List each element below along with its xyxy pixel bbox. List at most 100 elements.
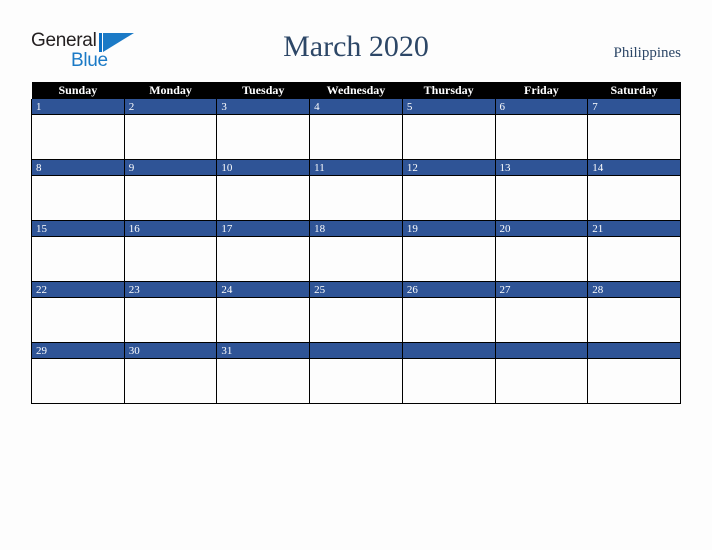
day-number: 8: [32, 160, 124, 176]
calendar-day-cell[interactable]: 7: [587, 99, 681, 160]
calendar-day-cell[interactable]: 20: [494, 220, 589, 282]
day-number: 12: [402, 160, 495, 176]
day-notes-area[interactable]: [402, 115, 495, 158]
day-number: 30: [124, 343, 217, 359]
weekday-header-tuesday: Tuesday: [216, 82, 310, 99]
calendar-week-row: 22 23 24 25 26 27 28: [31, 281, 681, 343]
day-notes-area[interactable]: [588, 176, 680, 219]
calendar-day-cell[interactable]: 31: [216, 342, 311, 404]
day-notes-area[interactable]: [124, 298, 217, 341]
calendar-day-cell[interactable]: 15: [31, 220, 125, 282]
calendar-day-cell[interactable]: 18: [309, 220, 403, 282]
calendar-day-cell[interactable]: 25: [309, 281, 403, 343]
calendar-day-cell-empty[interactable]: [494, 342, 589, 404]
day-number: 25: [310, 282, 402, 298]
calendar-day-cell[interactable]: 4: [309, 99, 403, 160]
day-notes-area[interactable]: [402, 298, 495, 341]
calendar-day-cell[interactable]: 27: [494, 281, 589, 343]
page-title: March 2020: [283, 30, 429, 63]
day-notes-area[interactable]: [402, 176, 495, 219]
day-notes-area[interactable]: [588, 359, 680, 402]
calendar-day-cell[interactable]: 30: [123, 342, 218, 404]
calendar-header-row: Sunday Monday Tuesday Wednesday Thursday…: [31, 82, 681, 99]
day-notes-area[interactable]: [310, 237, 402, 280]
calendar-day-cell[interactable]: 21: [587, 220, 681, 282]
day-notes-area[interactable]: [124, 176, 217, 219]
day-notes-area[interactable]: [495, 298, 588, 341]
calendar-day-cell[interactable]: 28: [587, 281, 681, 343]
weekday-header-friday: Friday: [495, 82, 588, 99]
day-number: 16: [124, 221, 217, 237]
day-number: 28: [588, 282, 680, 298]
calendar-day-cell[interactable]: 26: [401, 281, 496, 343]
calendar-day-cell[interactable]: 14: [587, 159, 681, 221]
calendar-day-cell[interactable]: 5: [401, 99, 496, 160]
calendar-day-cell[interactable]: 1: [31, 99, 125, 160]
calendar-day-cell[interactable]: 24: [216, 281, 311, 343]
day-notes-area[interactable]: [495, 176, 588, 219]
calendar-page: General Blue March 2020 Philippines Sund…: [0, 0, 712, 550]
calendar-day-cell[interactable]: 17: [216, 220, 311, 282]
day-notes-area[interactable]: [310, 176, 402, 219]
calendar-day-cell[interactable]: 3: [216, 99, 311, 160]
day-notes-area[interactable]: [495, 115, 588, 158]
day-notes-area[interactable]: [124, 237, 217, 280]
day-number: 31: [217, 343, 310, 359]
calendar-day-cell[interactable]: 23: [123, 281, 218, 343]
calendar-day-cell[interactable]: 13: [494, 159, 589, 221]
day-notes-area[interactable]: [310, 298, 402, 341]
calendar-day-cell[interactable]: 12: [401, 159, 496, 221]
day-number: 11: [310, 160, 402, 176]
day-number: 14: [588, 160, 680, 176]
calendar-week-row: 1 2 3 4 5 6 7: [31, 99, 681, 160]
day-number: 7: [588, 99, 680, 115]
day-notes-area[interactable]: [217, 176, 310, 219]
calendar-day-cell-empty[interactable]: [309, 342, 403, 404]
day-notes-area[interactable]: [495, 237, 588, 280]
calendar-day-cell[interactable]: 11: [309, 159, 403, 221]
day-notes-area[interactable]: [402, 237, 495, 280]
calendar-day-cell[interactable]: 2: [123, 99, 218, 160]
day-notes-area[interactable]: [310, 359, 402, 402]
weekday-header-sunday: Sunday: [31, 82, 125, 99]
calendar-day-cell[interactable]: 22: [31, 281, 125, 343]
calendar-day-cell[interactable]: 6: [494, 99, 589, 160]
day-number: 18: [310, 221, 402, 237]
day-notes-area[interactable]: [32, 176, 124, 219]
day-number: 26: [402, 282, 495, 298]
calendar-day-cell-empty[interactable]: [401, 342, 496, 404]
day-number: 27: [495, 282, 588, 298]
day-notes-area[interactable]: [217, 115, 310, 158]
day-notes-area[interactable]: [32, 359, 124, 402]
day-number: 19: [402, 221, 495, 237]
day-notes-area[interactable]: [32, 237, 124, 280]
calendar-day-cell[interactable]: 19: [401, 220, 496, 282]
day-notes-area[interactable]: [588, 115, 680, 158]
day-notes-area[interactable]: [588, 237, 680, 280]
weekday-header-saturday: Saturday: [587, 82, 681, 99]
calendar-day-cell[interactable]: 9: [123, 159, 218, 221]
day-number: 21: [588, 221, 680, 237]
day-notes-area[interactable]: [217, 359, 310, 402]
day-notes-area[interactable]: [495, 359, 588, 402]
day-number: 2: [124, 99, 217, 115]
day-notes-area[interactable]: [124, 359, 217, 402]
day-notes-area[interactable]: [402, 359, 495, 402]
calendar-day-cell[interactable]: 10: [216, 159, 311, 221]
day-notes-area[interactable]: [32, 298, 124, 341]
calendar-week-row: 29 30 31: [31, 342, 681, 404]
day-notes-area[interactable]: [32, 115, 124, 158]
day-notes-area[interactable]: [310, 115, 402, 158]
day-notes-area[interactable]: [124, 115, 217, 158]
day-number: [495, 343, 588, 359]
calendar-body: 1 2 3 4 5 6 7 8 9 10 11 12 13 14 15 16 1…: [31, 99, 681, 404]
calendar-day-cell[interactable]: 16: [123, 220, 218, 282]
calendar-day-cell[interactable]: 8: [31, 159, 125, 221]
day-notes-area[interactable]: [217, 237, 310, 280]
day-number: 4: [310, 99, 402, 115]
day-notes-area[interactable]: [217, 298, 310, 341]
calendar-day-cell[interactable]: 29: [31, 342, 125, 404]
calendar-day-cell-empty[interactable]: [587, 342, 681, 404]
day-number: 20: [495, 221, 588, 237]
day-notes-area[interactable]: [588, 298, 680, 341]
